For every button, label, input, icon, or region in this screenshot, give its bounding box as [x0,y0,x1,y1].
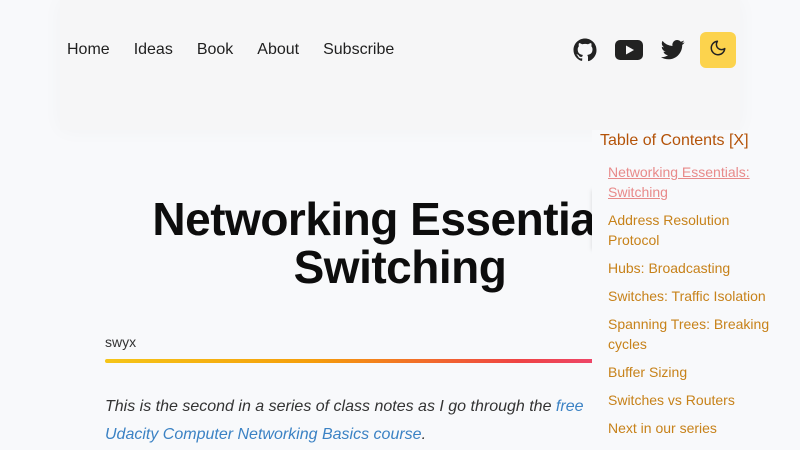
toc-item[interactable]: Buffer Sizing [608,362,778,382]
page-title-line1: Networking Essentials: [152,193,648,245]
intro-paragraph: This is the second in a series of class … [105,393,625,449]
toc-item[interactable]: Address Resolution Protocol [608,210,778,250]
intro-end: . [421,426,427,443]
toc-item[interactable]: Switches vs Routers [608,390,778,410]
page-title-line2: Switching [293,241,507,293]
toc-title-toggle[interactable]: Table of Contents [X] [600,132,749,150]
main-nav: Home Ideas Book About Subscribe [67,41,394,59]
toc-item[interactable]: Next in our series [608,418,778,438]
author-name: swyx [105,334,137,350]
nav-about-link[interactable]: About [257,41,299,59]
toc-item[interactable]: Networking Essentials: Switching [608,162,778,202]
github-icon[interactable] [572,37,598,63]
site-header: Home Ideas Book About Subscribe [60,0,740,130]
toc-item[interactable]: Hubs: Broadcasting [608,258,778,278]
table-of-contents: Table of Contents [X] Networking Essenti… [592,130,800,450]
social-links [572,32,736,68]
toc-list: Networking Essentials: Switching Address… [608,162,778,446]
moon-icon [709,39,727,62]
theme-toggle-button[interactable] [700,32,736,68]
nav-ideas-link[interactable]: Ideas [134,41,173,59]
intro-text: This is the second in a series of class … [105,398,556,415]
toc-item[interactable]: Spanning Trees: Breaking cycles [608,314,778,354]
page: Home Ideas Book About Subscribe Networki… [0,0,800,450]
nav-home-link[interactable]: Home [67,41,110,59]
youtube-icon[interactable] [614,37,644,63]
nav-subscribe-link[interactable]: Subscribe [323,41,394,59]
twitter-icon[interactable] [660,37,686,63]
toc-item[interactable]: Switches: Traffic Isolation [608,286,778,306]
nav-book-link[interactable]: Book [197,41,233,59]
